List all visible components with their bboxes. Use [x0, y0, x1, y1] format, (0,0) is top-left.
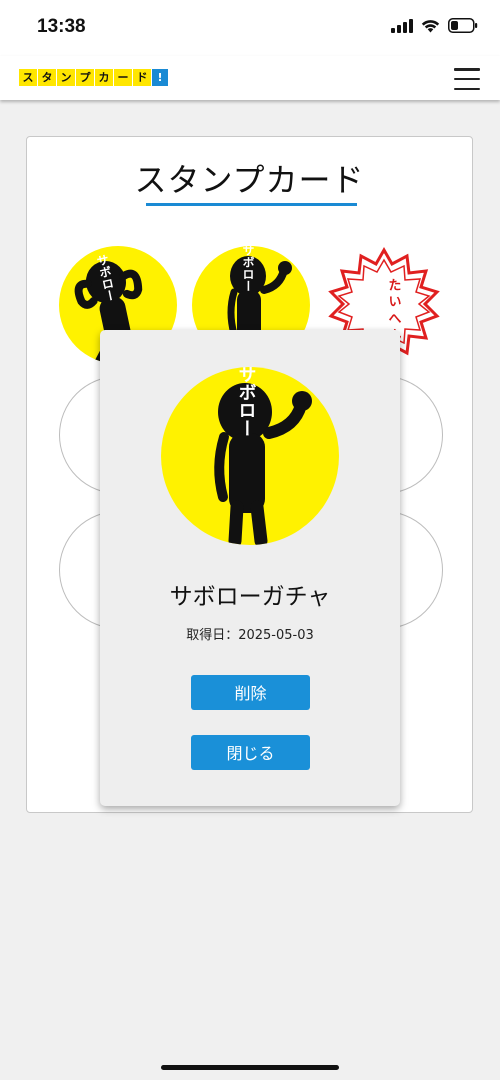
stamp-label: サボロー	[241, 246, 255, 292]
battery-icon	[448, 18, 478, 33]
logo-char: カ	[95, 69, 113, 86]
delete-button[interactable]: 削除	[191, 675, 310, 710]
close-button[interactable]: 閉じる	[191, 735, 310, 770]
stamp-label: サボロー	[236, 367, 257, 437]
logo-char: ン	[57, 69, 75, 86]
logo-char: ド	[133, 69, 151, 86]
logo-char: ー	[114, 69, 132, 86]
hamburger-menu-icon[interactable]	[454, 68, 480, 90]
app-header: ス タ ン プ カ ー ド !	[0, 56, 500, 100]
acquired-date: 取得日：2025-05-03	[186, 628, 314, 643]
wifi-icon	[421, 19, 440, 32]
status-bar: 13:38	[0, 0, 500, 56]
logo-char: ス	[19, 69, 37, 86]
modal-title: サボローガチャ	[169, 584, 331, 610]
status-time: 13:38	[37, 16, 86, 37]
home-indicator[interactable]	[161, 1065, 339, 1070]
logo-char: プ	[76, 69, 94, 86]
title-underline	[146, 203, 357, 206]
card-title: スタンプカード	[134, 161, 365, 199]
saboro-fist-raised-icon: サボロー	[214, 367, 312, 545]
logo-char: !	[152, 69, 168, 86]
signal-icon	[391, 18, 413, 33]
stamp-card-logo[interactable]: ス タ ン プ カ ー ド !	[19, 69, 168, 86]
logo-char: タ	[38, 69, 56, 86]
stamp-detail-modal: サボロー サボローガチャ 取得日：2025-05-03 削除 閉じる	[100, 330, 400, 806]
modal-stamp-image: サボロー	[161, 367, 339, 545]
status-icons	[391, 18, 478, 33]
